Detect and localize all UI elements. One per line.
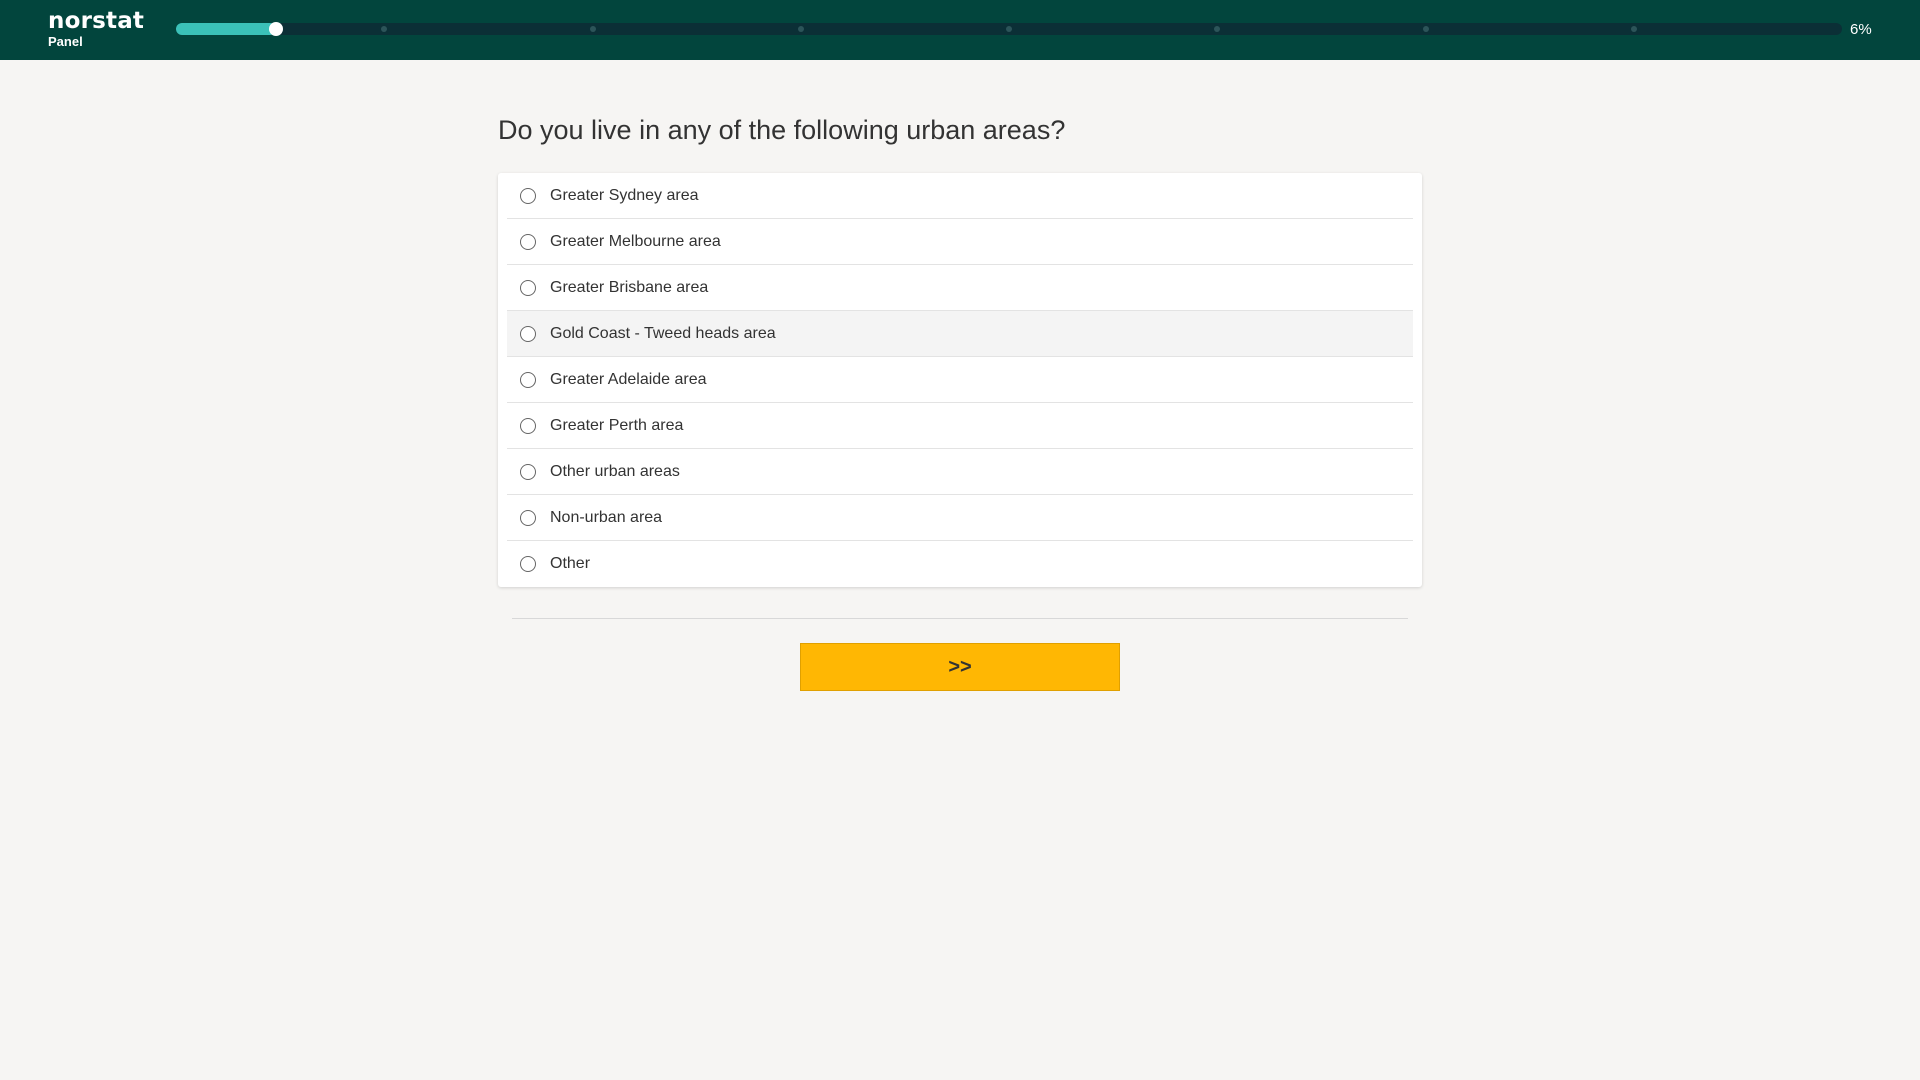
option-label: Greater Melbourne area [550, 232, 721, 250]
progress-milestone [1422, 26, 1429, 32]
question-title: Do you live in any of the following urba… [498, 115, 1066, 145]
option-label: Other [550, 555, 591, 572]
progress-milestone [797, 26, 804, 32]
progress-percentage: 6% [1850, 21, 1872, 38]
radio-button[interactable] [520, 233, 536, 250]
radio-button[interactable] [520, 371, 536, 388]
progress-milestone [1214, 26, 1221, 32]
answer-options: Greater Sydney area Greater Melbourne ar… [498, 173, 1422, 587]
logo-wordmark: norstat [48, 8, 145, 34]
option-greater-brisbane[interactable]: Greater Brisbane area [507, 265, 1413, 311]
option-label: Greater Brisbane area [550, 278, 709, 296]
radio-button[interactable] [520, 509, 536, 526]
progress-milestone [1006, 26, 1012, 32]
option-label: Gold Coast - Tweed heads area [550, 324, 776, 342]
option-other[interactable]: Other [507, 541, 1413, 587]
radio-button[interactable] [520, 325, 536, 342]
radio-button[interactable] [520, 417, 536, 434]
survey-main: Do you live in any of the following urba… [498, 60, 1422, 691]
progress-bar [176, 22, 1842, 36]
option-greater-adelaide[interactable]: Greater Adelaide area [507, 357, 1413, 403]
option-label: Non-urban area [550, 508, 663, 526]
option-gold-coast-tweed-heads[interactable]: Gold Coast - Tweed heads area [507, 311, 1413, 357]
divider [512, 618, 1408, 619]
option-other-urban-areas[interactable]: Other urban areas [507, 449, 1413, 495]
radio-button[interactable] [520, 463, 536, 480]
norstat-logo: norstat Panel [48, 8, 144, 49]
progress-milestone [1630, 26, 1637, 32]
option-greater-melbourne[interactable]: Greater Melbourne area [507, 219, 1413, 265]
option-label: Greater Sydney area [550, 186, 699, 204]
radio-button[interactable] [520, 187, 536, 204]
option-greater-sydney[interactable]: Greater Sydney area [507, 173, 1413, 219]
progress-fill [176, 23, 276, 35]
radio-button[interactable] [520, 556, 536, 572]
option-label: Greater Perth area [550, 416, 684, 434]
radio-button[interactable] [520, 279, 536, 296]
progress-thumb [268, 22, 283, 36]
option-non-urban-area[interactable]: Non-urban area [507, 495, 1413, 541]
option-greater-perth[interactable]: Greater Perth area [507, 403, 1413, 449]
option-label: Greater Adelaide area [550, 370, 707, 388]
logo-subtitle: Panel [48, 34, 83, 49]
progress-milestone [589, 26, 596, 32]
progress-milestone [381, 26, 388, 32]
option-label: Other urban areas [550, 462, 680, 480]
next-button[interactable]: >> [800, 643, 1120, 691]
header-bar: norstat Panel 6% [0, 0, 1920, 60]
